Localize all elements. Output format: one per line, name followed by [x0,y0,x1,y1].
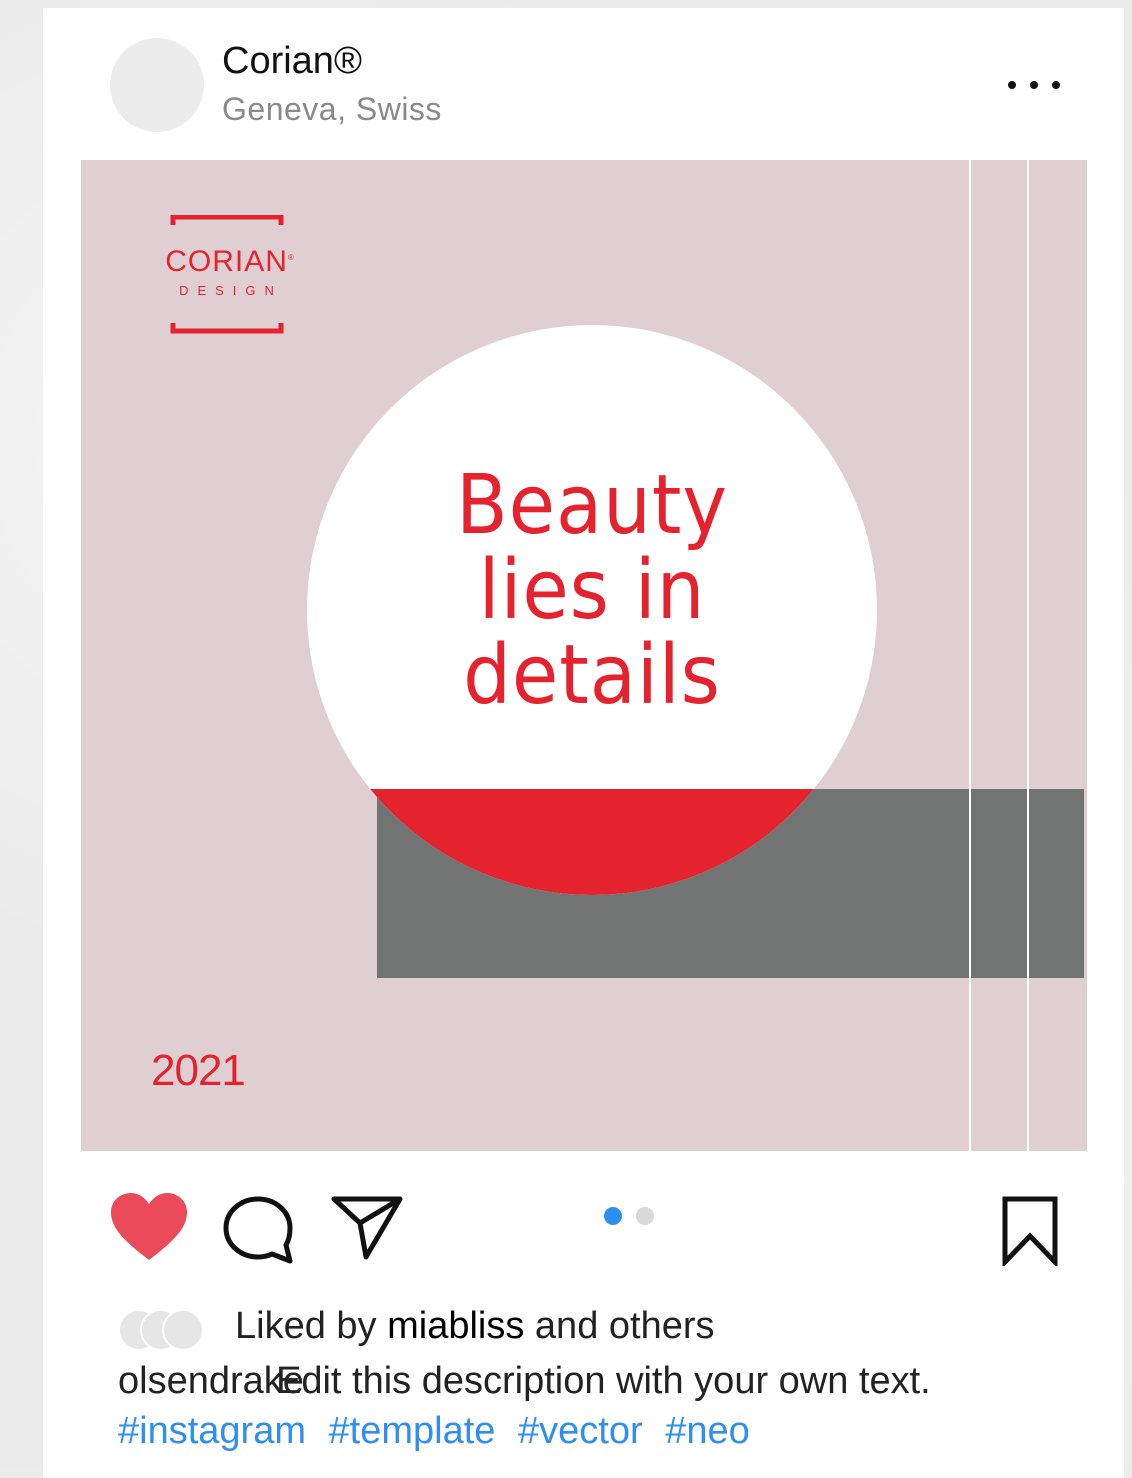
headline-line: details [463,628,721,723]
liked-by-suffix[interactable]: and others [535,1305,715,1347]
more-dot [1052,81,1060,89]
post-username[interactable]: Corian® [222,40,362,83]
send-icon[interactable] [330,1193,404,1261]
heart-icon[interactable] [110,1192,188,1262]
more-options-icon[interactable] [1008,72,1060,98]
bookmark-icon[interactable] [1000,1196,1060,1266]
more-dot [1030,81,1038,89]
more-dot [1008,81,1016,89]
headline: Beauty lies in details [307,463,877,718]
hashtag-link[interactable]: #instagram [118,1410,306,1452]
headline-line: lies in [478,543,706,638]
carousel-dot-active[interactable] [604,1207,622,1225]
hashtags: #instagram #template #vector #neo [118,1410,762,1453]
liked-by-prefix: Liked by [235,1305,377,1347]
liker-avatar[interactable] [162,1309,204,1351]
hashtag-link[interactable]: #template [329,1410,496,1452]
comment-icon[interactable] [222,1195,296,1265]
carousel-dot[interactable] [636,1207,654,1225]
vertical-line [1027,160,1029,1151]
liker-avatars [118,1309,218,1351]
year-label: 2021 [151,1046,246,1095]
vertical-line [969,160,971,1151]
post-location[interactable]: Geneva, Swiss [222,91,442,128]
liked-by-text: Liked by miabliss and others [235,1305,715,1348]
hashtag-link[interactable]: #neo [665,1410,750,1452]
avatar[interactable] [110,38,204,132]
hashtag-link[interactable]: #vector [518,1410,643,1452]
carousel-indicator [604,1207,654,1225]
headline-line: Beauty [456,458,728,553]
post-image[interactable]: CORIAN® DESIGN Beauty lies in details 20… [81,160,1087,1151]
caption-text: Edit this description with your own text… [276,1360,931,1402]
liked-by-user[interactable]: miabliss [387,1305,524,1347]
